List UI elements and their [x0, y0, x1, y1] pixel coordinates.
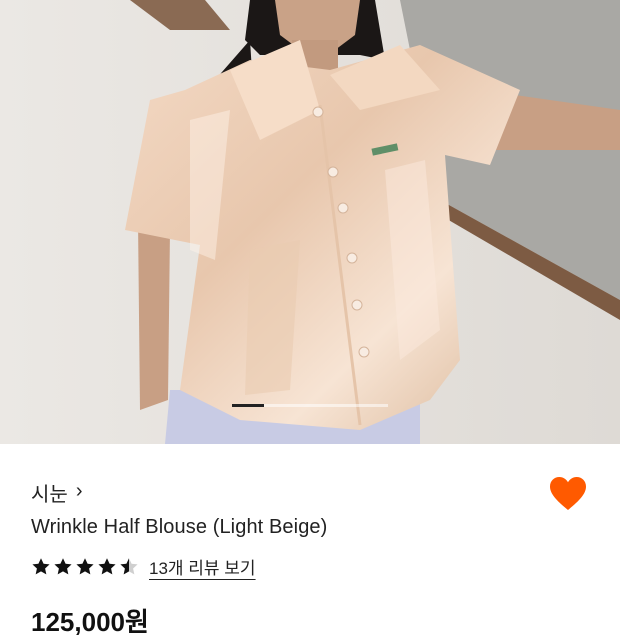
product-price: 125,000원 — [31, 607, 149, 637]
star-icon — [76, 557, 94, 574]
gallery-pagination-active — [232, 404, 264, 407]
rating-row: 13개 리뷰 보기 — [31, 554, 256, 579]
reviews-link[interactable]: 13개 리뷰 보기 — [149, 554, 256, 579]
product-image-gallery[interactable] — [0, 0, 620, 444]
star-icon — [32, 557, 50, 574]
product-info: 시눈 › Wrinkle Half Blouse (Light Beige) 1… — [0, 444, 620, 637]
product-photo — [0, 0, 620, 444]
brand-name: 시눈 — [31, 484, 68, 506]
heart-icon[interactable] — [549, 476, 587, 512]
product-title: Wrinkle Half Blouse (Light Beige) — [31, 516, 328, 538]
star-icon — [98, 557, 116, 574]
chevron-right-icon: › — [75, 480, 83, 502]
gallery-pagination — [232, 404, 388, 407]
star-half-icon — [120, 557, 138, 574]
star-icon — [54, 557, 72, 574]
star-rating — [31, 557, 139, 577]
brand-link[interactable]: 시눈 › — [31, 478, 82, 507]
